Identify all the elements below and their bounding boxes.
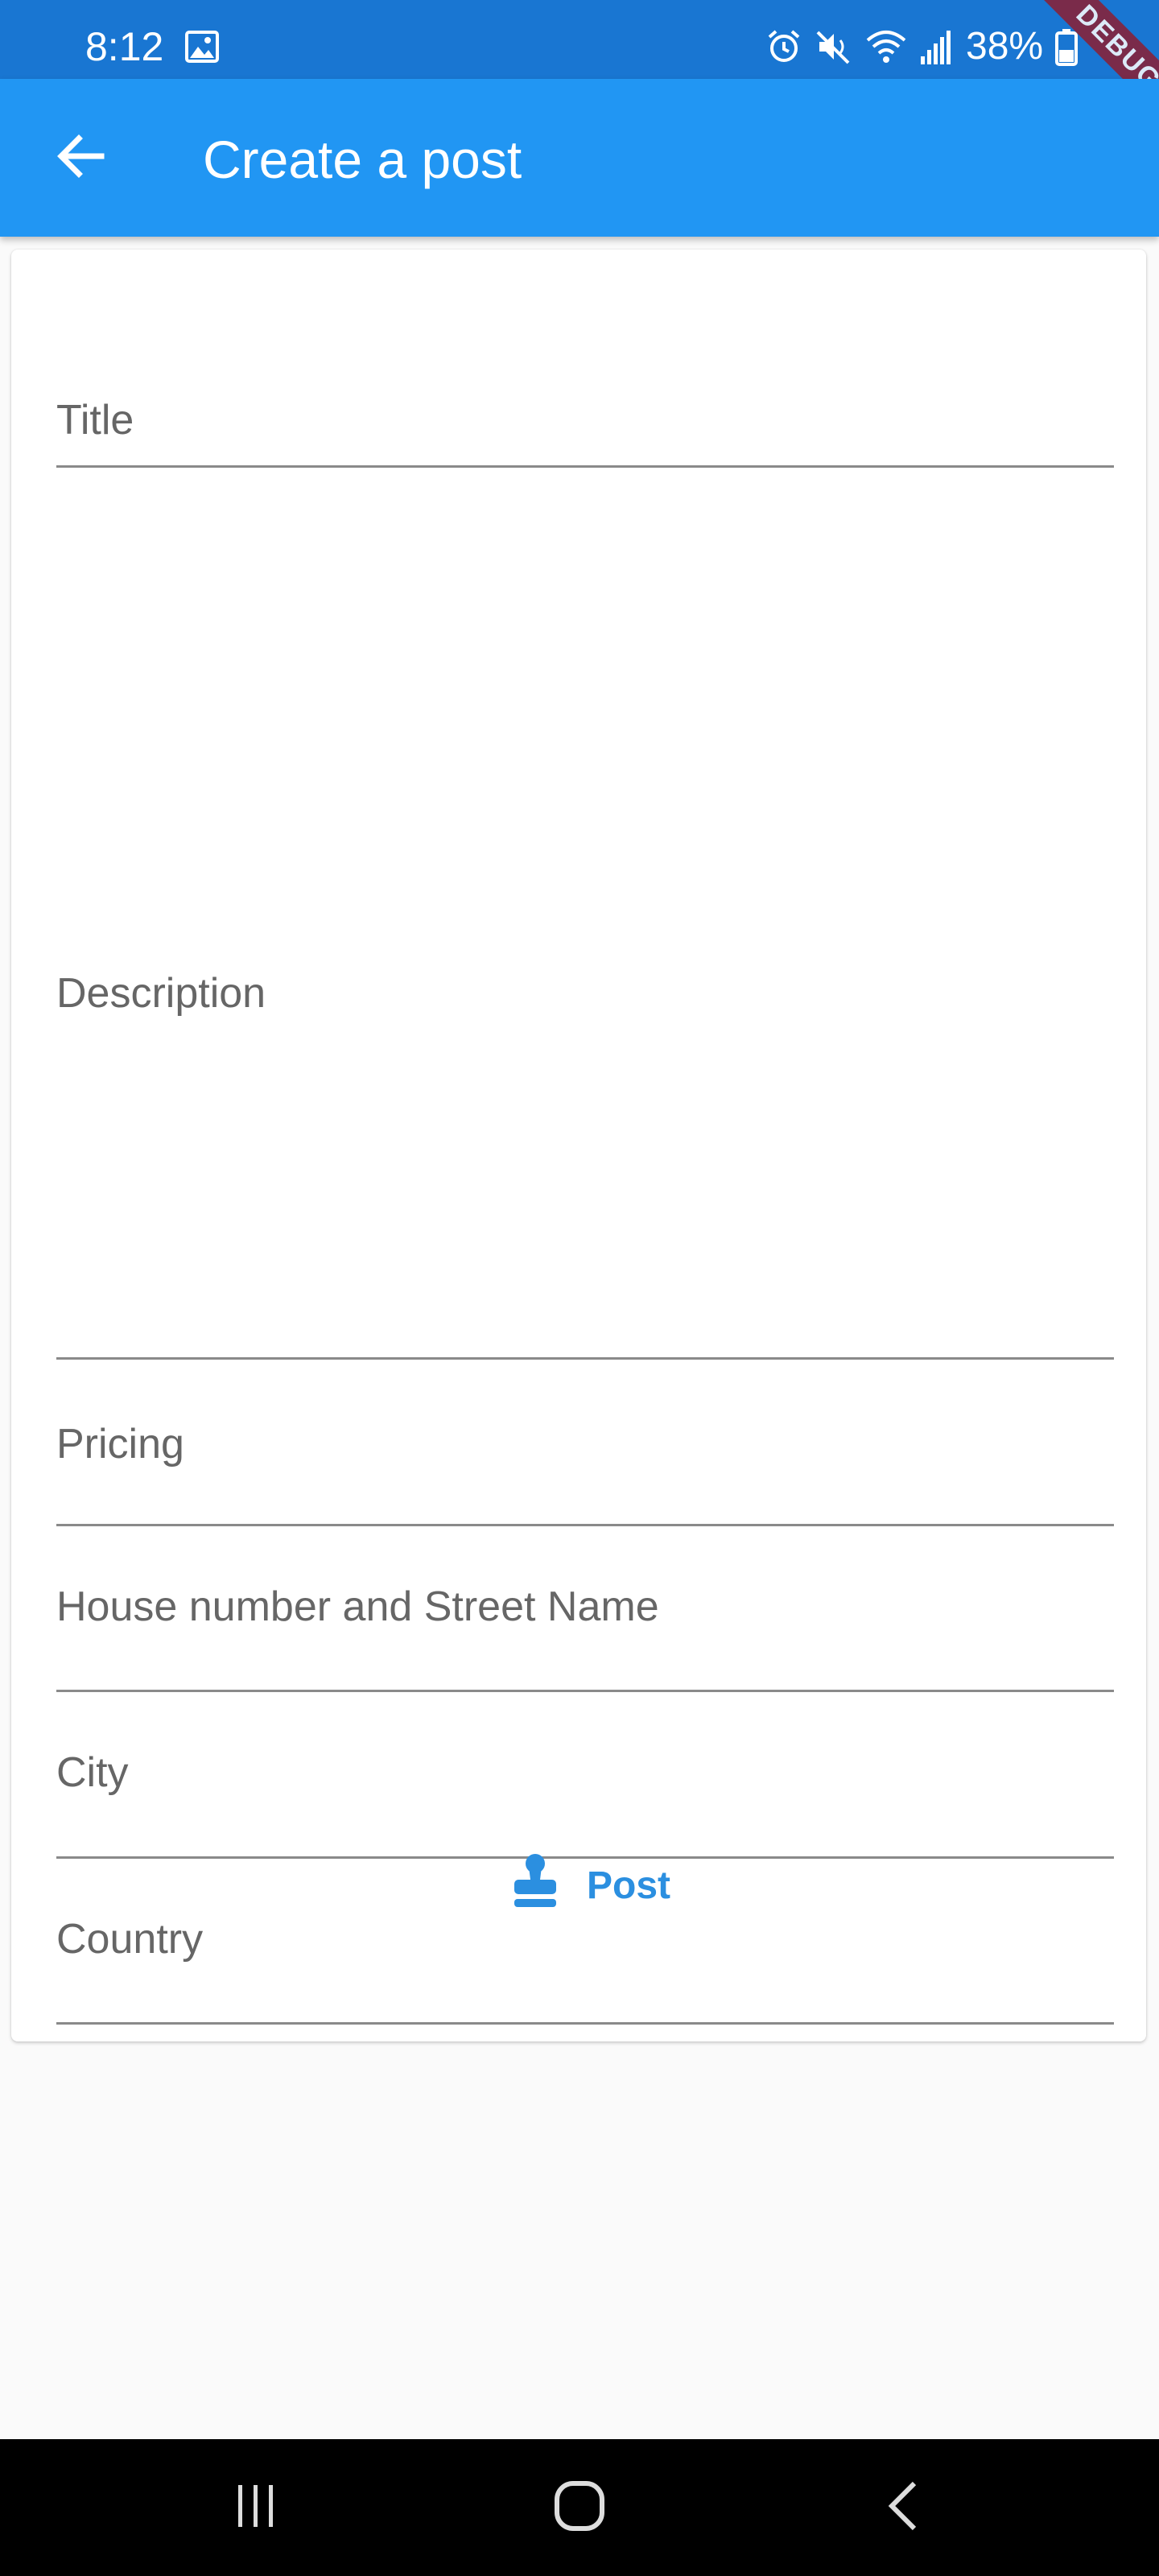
back-chevron-icon (885, 2480, 921, 2536)
home-button[interactable] (539, 2471, 620, 2544)
signal-icon (919, 27, 951, 66)
status-bar: 8:12 38% (0, 0, 1159, 79)
back-button[interactable] (47, 124, 114, 192)
system-back-button[interactable] (863, 2471, 943, 2544)
status-time: 8:12 (85, 24, 164, 69)
pricing-field[interactable]: Pricing (56, 1357, 1114, 1526)
recents-icon (232, 2482, 280, 2534)
title-field-label: Title (56, 397, 134, 444)
system-nav-bar (0, 2439, 1159, 2576)
arrow-left-icon (56, 134, 105, 183)
street-address-field-label: House number and Street Name (56, 1583, 659, 1630)
post-button[interactable]: Post (494, 1837, 687, 1934)
battery-icon (1054, 27, 1079, 66)
app-bar: Create a post (0, 79, 1159, 237)
image-icon (185, 31, 219, 63)
page-title: Create a post (203, 130, 522, 189)
city-field[interactable]: City (56, 1690, 1114, 1859)
description-field[interactable]: Description (56, 465, 1114, 1360)
recents-button[interactable] (216, 2471, 296, 2544)
description-field-label: Description (56, 970, 266, 1017)
home-icon (554, 2480, 605, 2536)
stamp-icon (511, 1852, 559, 1918)
post-form-card: Title Description Pricing House number a… (11, 250, 1146, 2041)
post-button-label: Post (586, 1864, 670, 1907)
street-address-field[interactable]: House number and Street Name (56, 1524, 1114, 1692)
wifi-icon (864, 27, 908, 66)
mute-icon (815, 27, 853, 66)
city-field-label: City (56, 1749, 129, 1796)
alarm-icon (765, 27, 803, 66)
country-field-label: Country (56, 1916, 204, 1963)
status-icons: 38% (765, 23, 1079, 71)
pricing-field-label: Pricing (56, 1421, 184, 1468)
battery-level: 38% (966, 25, 1044, 68)
title-field[interactable]: Title (56, 298, 1114, 468)
